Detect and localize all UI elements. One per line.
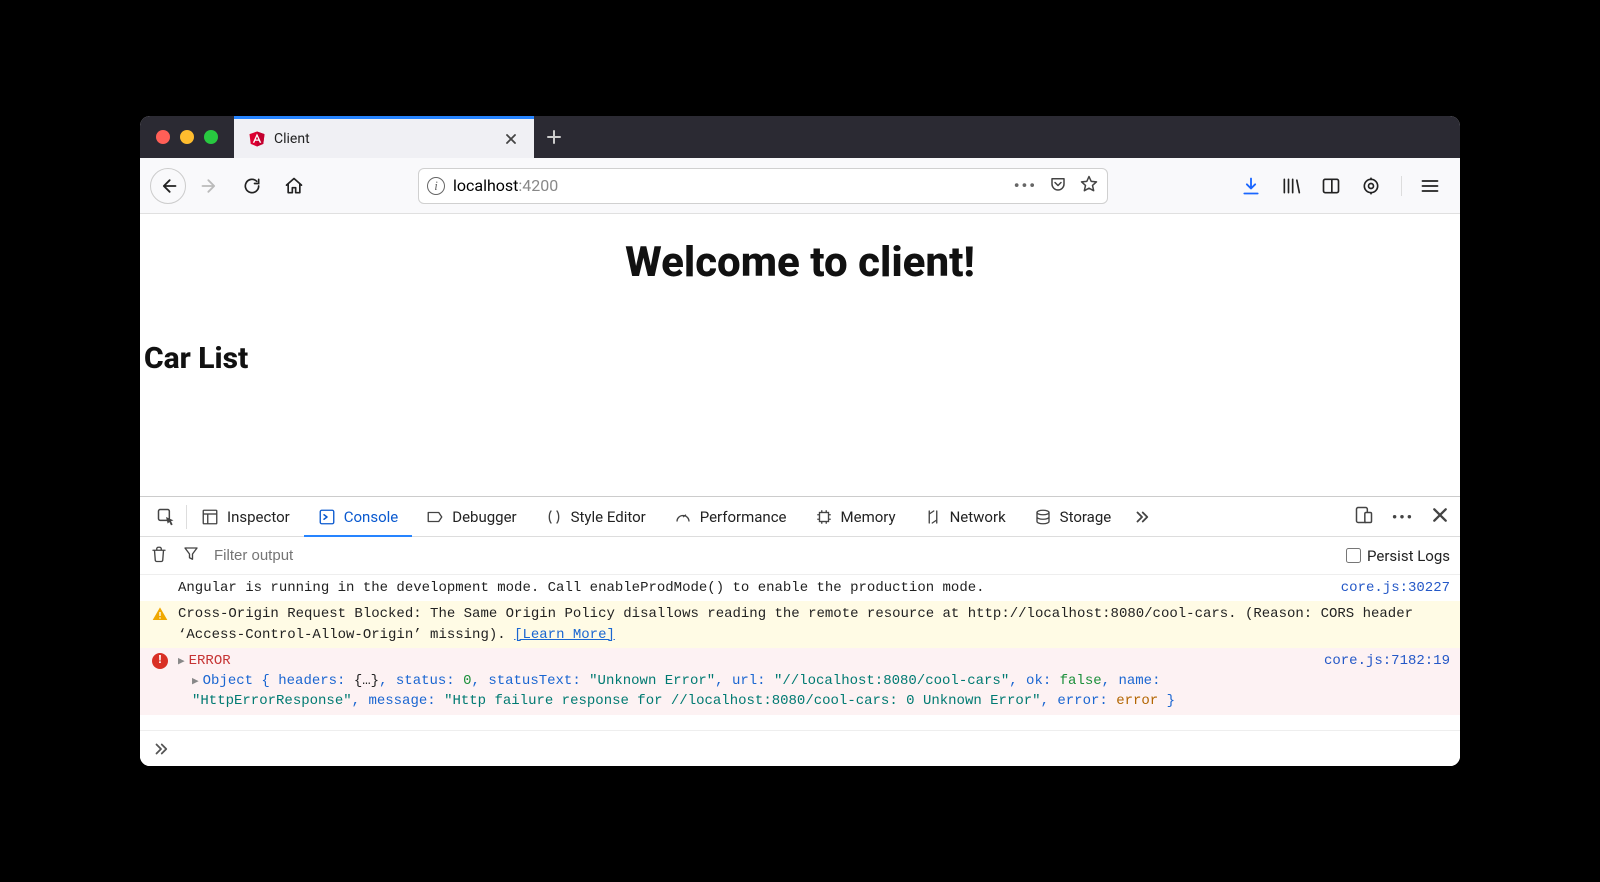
error-icon: !: [152, 653, 168, 669]
window-controls: [140, 116, 234, 158]
info-icon[interactable]: i: [427, 177, 445, 195]
learn-more-link[interactable]: [Learn More]: [514, 627, 615, 643]
console-log-info[interactable]: Angular is running in the development mo…: [140, 575, 1460, 601]
car-list-heading: Car List: [144, 341, 1460, 376]
browser-tab[interactable]: Client: [234, 116, 534, 158]
expand-triangle-icon[interactable]: ▶: [192, 676, 203, 688]
tab-console[interactable]: Console: [304, 498, 413, 537]
expand-triangle-icon[interactable]: ▶: [178, 656, 189, 668]
back-button[interactable]: [150, 168, 186, 204]
window-minimize-button[interactable]: [180, 130, 194, 144]
home-button[interactable]: [276, 168, 312, 204]
menu-icon[interactable]: [1401, 176, 1440, 196]
console-log-error[interactable]: ! ▶ERROR ▶Object { headers: {…}, status:…: [140, 648, 1460, 715]
tab-network[interactable]: Network: [910, 497, 1020, 536]
tab-debugger[interactable]: Debugger: [412, 497, 530, 536]
devtools-right-controls: •••: [1354, 505, 1454, 529]
bookmark-star-icon[interactable]: [1079, 174, 1099, 198]
persist-logs-checkbox[interactable]: [1346, 548, 1361, 563]
responsive-mode-icon[interactable]: [1354, 505, 1374, 529]
page-content: Welcome to client! Car List Inspector Co…: [140, 214, 1460, 766]
console-log-list: Angular is running in the development mo…: [140, 575, 1460, 730]
console-prompt[interactable]: [140, 730, 1460, 766]
devtools-menu-icon[interactable]: •••: [1392, 508, 1414, 526]
new-tab-button[interactable]: [534, 116, 574, 158]
clear-console-icon[interactable]: [150, 545, 168, 567]
tab-style-editor[interactable]: Style Editor: [531, 497, 660, 536]
forward-button[interactable]: [192, 168, 228, 204]
page-title: Welcome to client!: [140, 238, 1460, 287]
devtools-tabs: Inspector Console Debugger Style Editor …: [140, 497, 1460, 537]
angular-icon: [248, 130, 266, 148]
page-actions-icon[interactable]: •••: [1014, 176, 1037, 195]
downloads-icon[interactable]: [1241, 176, 1261, 196]
console-log-warn[interactable]: Cross-Origin Request Blocked: The Same O…: [140, 601, 1460, 648]
log-source-link[interactable]: core.js:7182:19: [1324, 653, 1450, 669]
browser-window: Client i localhost:4200 •••: [140, 116, 1460, 766]
reload-button[interactable]: [234, 168, 270, 204]
tab-title: Client: [274, 131, 494, 147]
tab-storage[interactable]: Storage: [1020, 497, 1126, 536]
url-bar[interactable]: i localhost:4200 •••: [418, 168, 1108, 204]
tabs-overflow-icon[interactable]: [1125, 497, 1159, 536]
tab-memory[interactable]: Memory: [801, 497, 910, 536]
window-close-button[interactable]: [156, 130, 170, 144]
warning-icon: [152, 606, 168, 622]
url-actions: •••: [1014, 174, 1099, 198]
sidebar-icon[interactable]: [1321, 176, 1341, 196]
tab-performance[interactable]: Performance: [660, 497, 801, 536]
tab-inspector[interactable]: Inspector: [187, 497, 304, 536]
extension-icon[interactable]: [1361, 176, 1381, 196]
element-picker-button[interactable]: [146, 497, 186, 536]
devtools-panel: Inspector Console Debugger Style Editor …: [140, 496, 1460, 766]
log-source-link[interactable]: core.js:30227: [1341, 580, 1450, 596]
window-maximize-button[interactable]: [204, 130, 218, 144]
devtools-close-button[interactable]: [1432, 507, 1448, 527]
filter-icon[interactable]: [182, 545, 200, 567]
toolbar-right: [1241, 176, 1450, 196]
pocket-icon[interactable]: [1049, 175, 1067, 197]
titlebar: Client: [140, 116, 1460, 158]
persist-logs-toggle[interactable]: Persist Logs: [1346, 547, 1450, 565]
library-icon[interactable]: [1281, 176, 1301, 196]
console-filter-input[interactable]: [214, 547, 1332, 564]
browser-toolbar: i localhost:4200 •••: [140, 158, 1460, 214]
tab-close-button[interactable]: [502, 130, 520, 148]
console-filter-bar: Persist Logs: [140, 537, 1460, 575]
url-text: localhost:4200: [453, 176, 1006, 195]
